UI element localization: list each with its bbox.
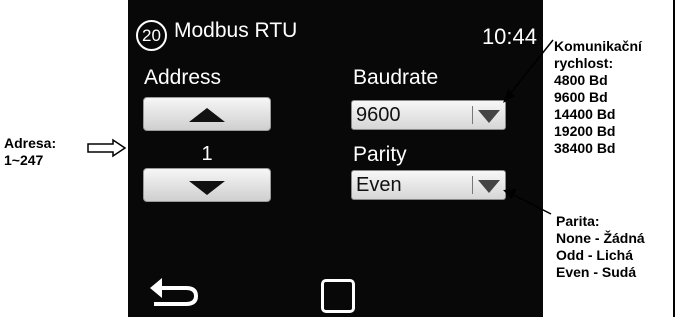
callout-arrows <box>87 39 554 215</box>
baudrate-callout-line <box>508 39 554 96</box>
baudrate-callout-arrowhead <box>503 89 515 103</box>
address-callout-arrow <box>87 138 127 158</box>
parity-callout-line <box>511 193 552 215</box>
parity-callout-arrowhead <box>503 189 517 199</box>
